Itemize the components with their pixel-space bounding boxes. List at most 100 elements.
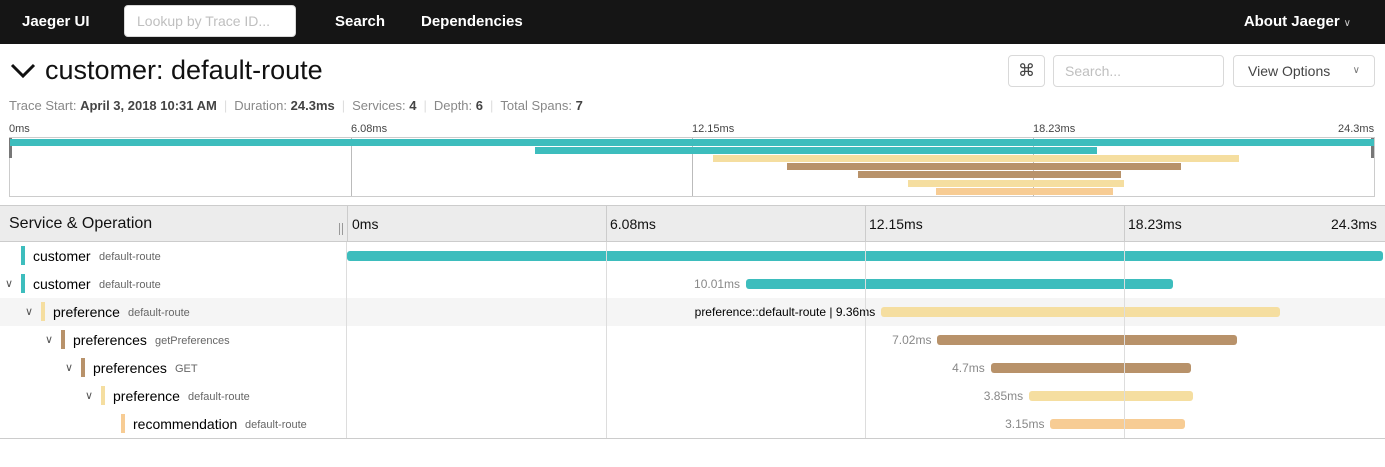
expand-toggle-icon[interactable]: ∨ — [45, 333, 53, 346]
span-name-cell[interactable]: recommendation default-route — [0, 410, 347, 438]
header-divider — [606, 206, 607, 242]
view-options-label: View Options — [1248, 63, 1331, 79]
span-bar[interactable] — [1029, 391, 1194, 401]
header-divider — [865, 206, 866, 242]
span-name-cell[interactable]: ∨ preferences GET — [0, 354, 347, 382]
service-name: customer — [33, 248, 91, 264]
span-name-cell[interactable]: customer default-route — [0, 242, 347, 270]
service-color-marker — [121, 414, 125, 433]
minimap-span-bar — [10, 139, 1374, 146]
span-row[interactable]: ∨ customer default-route 10.01ms — [0, 270, 1385, 298]
service-color-marker — [81, 358, 85, 377]
services-value: 4 — [409, 98, 417, 113]
duration-label: Duration: — [234, 98, 288, 113]
span-row[interactable]: customer default-route — [0, 242, 1385, 270]
expand-toggle-icon[interactable]: ∨ — [65, 361, 73, 374]
timeline-gridline — [606, 242, 607, 438]
chevron-down-icon: ∨ — [1352, 65, 1360, 76]
minimap-tick: 6.08ms — [351, 123, 388, 135]
service-name: preference — [53, 304, 120, 320]
timeline-gridline — [865, 242, 866, 438]
span-bar[interactable] — [990, 363, 1192, 373]
operation-name: default-route — [128, 307, 190, 319]
operation-name: GET — [175, 363, 198, 375]
span-row[interactable]: recommendation default-route 3.15ms — [0, 410, 1385, 438]
minimap-span-bar — [535, 147, 1098, 154]
span-duration-label: 10.01ms — [694, 277, 741, 291]
span-duration-label: 3.85ms — [983, 389, 1024, 403]
span-bar[interactable] — [881, 307, 1281, 317]
collapse-chevron-icon[interactable] — [10, 59, 36, 83]
service-name: recommendation — [133, 416, 238, 432]
column-resizer[interactable] — [339, 223, 343, 235]
span-row[interactable]: ∨ preferences getPreferences 7.02ms — [0, 326, 1385, 354]
expand-toggle-icon[interactable]: ∨ — [25, 305, 33, 318]
minimap-span-bar — [908, 180, 1125, 187]
header-divider — [347, 206, 348, 242]
nav-search-link[interactable]: Search — [335, 13, 385, 30]
trace-minimap[interactable] — [9, 137, 1375, 197]
rows-bottom-border — [0, 438, 1385, 439]
chevron-down-icon: ∨ — [1343, 18, 1351, 29]
brand-link[interactable]: Jaeger UI — [22, 13, 90, 30]
minimap-gridline — [351, 138, 352, 196]
service-name: preferences — [73, 332, 147, 348]
minimap-tick: 18.23ms — [1033, 123, 1076, 135]
nav-dependencies-link[interactable]: Dependencies — [421, 13, 523, 30]
operation-name: default-route — [245, 419, 307, 431]
timeline-gridline — [1124, 242, 1125, 438]
operation-name: getPreferences — [155, 335, 230, 347]
total-spans-value: 7 — [575, 98, 583, 113]
service-name: preference — [113, 388, 180, 404]
duration-value: 24.3ms — [290, 98, 335, 113]
timeline-tick: 12.15ms — [869, 216, 923, 232]
about-jaeger-label: About Jaeger — [1243, 13, 1340, 30]
service-name: customer — [33, 276, 91, 292]
span-row[interactable]: ∨ preference default-route preference::defa… — [0, 298, 1385, 326]
operation-name: default-route — [99, 279, 161, 291]
service-color-marker — [21, 274, 25, 293]
minimap-span-bar — [936, 188, 1113, 195]
span-name-cell[interactable]: ∨ preference default-route — [0, 382, 347, 410]
span-bar[interactable] — [937, 335, 1237, 345]
span-bar[interactable] — [1050, 419, 1185, 429]
depth-label: Depth: — [433, 98, 473, 113]
trace-start-label: Trace Start: — [9, 98, 77, 113]
minimap-tick: 0ms — [9, 123, 30, 135]
services-label: Services: — [352, 98, 406, 113]
minimap-tick: 24.3ms — [1338, 123, 1375, 135]
minimap-span-bar — [713, 155, 1239, 162]
about-jaeger-menu[interactable]: About Jaeger ∨ — [1244, 13, 1351, 30]
span-bar[interactable] — [746, 279, 1173, 289]
view-options-dropdown[interactable]: View Options ∨ — [1233, 55, 1375, 87]
service-color-marker — [21, 246, 25, 265]
header-divider — [1124, 206, 1125, 242]
service-color-marker — [41, 302, 45, 321]
top-nav: Jaeger UI Search Dependencies About Jaeg… — [0, 0, 1385, 44]
expand-toggle-icon[interactable]: ∨ — [85, 389, 93, 402]
minimap-span-bar — [857, 171, 1122, 178]
span-name-cell[interactable]: ∨ preferences getPreferences — [0, 326, 347, 354]
service-name: preferences — [93, 360, 167, 376]
span-duration-label: 3.15ms — [1005, 417, 1045, 431]
service-color-marker — [101, 386, 105, 405]
total-spans-label: Total Spans: — [500, 98, 572, 113]
span-search-input[interactable] — [1053, 55, 1224, 87]
timeline-header: Service & Operation 0ms 6.08ms 12.15ms 1… — [0, 205, 1385, 242]
span-name-cell[interactable]: ∨ preference default-route — [0, 298, 347, 326]
span-duration-label: preference::default-route | 9.36ms — [694, 305, 876, 319]
timeline-tick: 6.08ms — [610, 216, 656, 232]
span-row[interactable]: ∨ preference default-route 3.85ms — [0, 382, 1385, 410]
span-row[interactable]: ∨ preferences GET 4.7ms — [0, 354, 1385, 382]
span-duration-label: 7.02ms — [892, 333, 932, 347]
expand-toggle-icon[interactable]: ∨ — [5, 277, 13, 290]
timeline-tick: 0ms — [352, 216, 379, 232]
service-operation-header: Service & Operation — [9, 215, 153, 232]
operation-name: default-route — [99, 251, 161, 263]
trace-lookup-input[interactable] — [124, 5, 296, 37]
keyboard-shortcuts-button[interactable]: ⌘ — [1008, 55, 1045, 87]
span-name-cell[interactable]: ∨ customer default-route — [0, 270, 347, 298]
timeline-tick: 18.23ms — [1128, 216, 1182, 232]
trace-title: customer: default-route — [45, 55, 323, 85]
trace-meta: Trace Start: April 3, 2018 10:31 AM | Dura… — [9, 98, 583, 113]
